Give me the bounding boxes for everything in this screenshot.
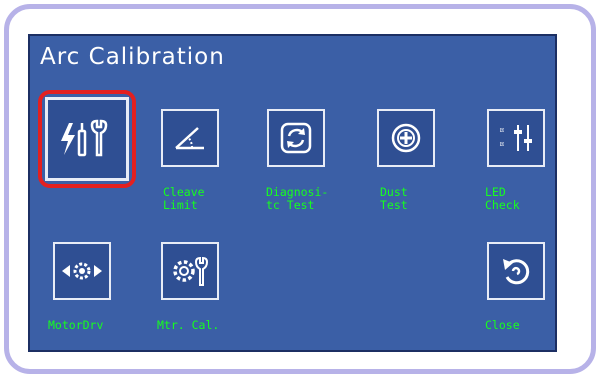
close-button[interactable] xyxy=(487,242,545,300)
motor-drv-label: MotorDrv xyxy=(48,318,104,332)
cleave-limit-label: Cleave Limit xyxy=(163,185,205,212)
arc-calibration-screen: Arc Calibration Cleave Limit Diagnosi- t… xyxy=(28,34,557,352)
led-check-label: LED Check xyxy=(485,185,520,212)
led-sliders-icon: ¤ ¤ xyxy=(499,125,532,151)
refresh-arrows-icon xyxy=(280,122,312,154)
close-return-icon xyxy=(503,259,530,285)
dust-test-label: Dust Test xyxy=(380,185,408,212)
svg-text:¤: ¤ xyxy=(499,126,504,136)
close-label: Close xyxy=(485,318,520,332)
motor-drv-button[interactable] xyxy=(53,242,111,300)
bolt-tools-icon xyxy=(61,119,108,157)
mtr-cal-label: Mtr. Cal. xyxy=(157,318,220,332)
target-plus-icon xyxy=(391,123,421,153)
gear-wrench-icon xyxy=(173,256,209,286)
cleave-limit-button[interactable] xyxy=(161,109,219,167)
page-title: Arc Calibration xyxy=(40,44,225,70)
angle-icon xyxy=(175,127,204,150)
diagnostic-test-button[interactable] xyxy=(267,109,325,167)
dust-test-button[interactable] xyxy=(377,109,435,167)
arc-calibration-button[interactable] xyxy=(45,97,129,181)
led-check-button[interactable]: ¤ ¤ xyxy=(487,109,545,167)
svg-text:¤: ¤ xyxy=(499,140,504,150)
motor-gear-arrows-icon xyxy=(62,262,102,280)
mtr-cal-button[interactable] xyxy=(161,242,219,300)
diagnostic-test-label: Diagnosi- tc Test xyxy=(266,185,329,212)
